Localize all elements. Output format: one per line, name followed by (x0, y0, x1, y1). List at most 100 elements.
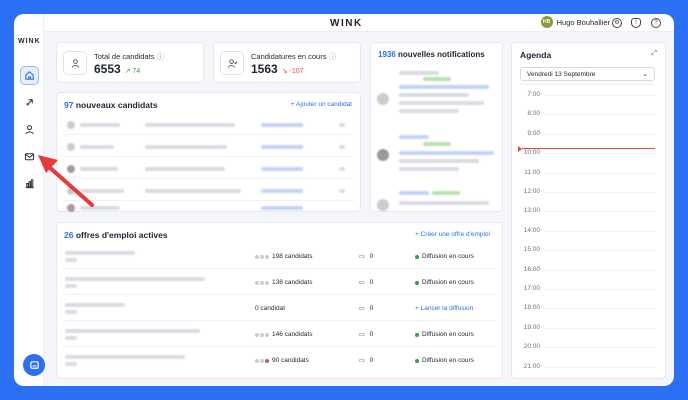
agenda-hour-label: 13:00 (523, 207, 540, 215)
table-row[interactable]: 138 candidats ▭ 0 Diffusion en cours (63, 270, 496, 295)
message-icon: ▭ (359, 254, 365, 260)
agenda-hour-line (544, 327, 655, 329)
chat-icon (29, 360, 39, 369)
sidebar: WINK (14, 14, 44, 386)
new-candidates-card: 97 nouveaux candidats + Ajouter un candi… (56, 92, 361, 212)
status-dot (415, 358, 419, 363)
job-candidates: 146 candidats (272, 331, 313, 338)
stat-value: 1563 ↘ -107 (251, 62, 304, 76)
sidebar-logo: WINK (18, 38, 41, 45)
message-icon: ▭ (359, 306, 365, 312)
sidebar-item-analytics[interactable] (20, 174, 39, 193)
agenda-hour-label: 20:00 (523, 343, 540, 351)
sidebar-item-home[interactable] (20, 66, 39, 85)
now-line (522, 148, 655, 149)
home-icon (25, 71, 34, 80)
notifications-card: 1936 nouvelles notifications (370, 42, 503, 212)
stat-title: Candidatures en cours ⓘ (251, 52, 337, 61)
section-title: 1936 nouvelles notifications (378, 50, 485, 59)
job-status: Diffusion en cours (422, 253, 474, 260)
notification-item[interactable] (377, 189, 497, 211)
mail-icon (24, 153, 35, 161)
job-status: Diffusion en cours (422, 331, 474, 338)
agenda-hour-label: 10:00 (523, 149, 540, 157)
help-icon[interactable]: ? (651, 18, 661, 28)
table-row[interactable]: 0 candidat ▭ 0 + Lancer la diffusion (63, 296, 496, 321)
list-item[interactable] (63, 180, 354, 201)
table-row[interactable]: 146 candidats ▭ 0 Diffusion en cours (63, 322, 496, 347)
list-item[interactable] (63, 114, 354, 135)
user-name: Hugo Bouhallier (556, 17, 610, 27)
top-bar: WINK HB Hugo Bouhallier ⚙ ! ? (14, 14, 674, 32)
agenda-hour-line (544, 114, 655, 116)
add-candidate-button[interactable]: + Ajouter un candidat (291, 101, 352, 108)
stat-card-total: Total de candidats ⓘ 6553 ↗ 74 (56, 42, 204, 83)
agenda-hour-line (544, 153, 655, 155)
notification-item[interactable] (377, 133, 497, 183)
agenda-hour-line (544, 308, 655, 310)
message-icon: ▭ (359, 332, 365, 338)
stat-value: 6553 ↗ 74 (94, 62, 141, 76)
agenda-hour-line (544, 250, 655, 252)
sidebar-item-candidates[interactable] (20, 120, 39, 139)
job-messages: 0 (369, 357, 374, 364)
agenda-hour-line (544, 366, 655, 368)
table-row[interactable]: 90 candidats ▭ 0 Diffusion en cours (63, 348, 496, 373)
trend-down-icon: ↘ -107 (281, 68, 304, 75)
list-item[interactable] (63, 158, 354, 179)
agenda-hour-line (544, 269, 655, 271)
bell-icon[interactable]: ! (631, 18, 641, 28)
table-row[interactable]: 198 candidats ▭ 0 Diffusion en cours (63, 244, 496, 269)
message-icon: ▭ (359, 358, 365, 364)
now-marker (518, 146, 522, 152)
agenda-hour-label: 11:00 (524, 168, 540, 176)
stat-card-applications: Candidatures en cours ⓘ 1563 ↘ -107 (213, 42, 361, 83)
agenda-hour-label: 16:00 (523, 265, 540, 273)
create-job-button[interactable]: + Créer une offre d'emploi (415, 231, 490, 238)
agenda-hour-label: 17:00 (523, 285, 540, 292)
status-dot (415, 332, 419, 337)
agenda-hour-label: 14:00 (523, 226, 540, 234)
agenda-hour-line (544, 133, 655, 135)
agenda-hour-line (544, 211, 655, 213)
sidebar-item-jobs[interactable] (20, 93, 39, 112)
job-candidates: 90 candidats (272, 357, 309, 364)
section-title: 26 offres d'emploi actives (64, 230, 168, 240)
job-candidates: 138 candidats (272, 279, 313, 286)
job-candidates: 198 candidats (272, 253, 313, 260)
agenda-hour-line (544, 289, 655, 290)
brand-logo: WINK (330, 18, 363, 29)
jobs-card: 26 offres d'emploi actives + Créer une o… (56, 222, 503, 379)
agenda-hour-label: 9:00 (527, 129, 540, 137)
list-item[interactable] (63, 136, 354, 157)
sidebar-item-messages[interactable] (20, 147, 39, 166)
user-menu[interactable]: HB Hugo Bouhallier (540, 16, 610, 28)
user-check-icon (220, 51, 244, 75)
agenda-hour-label: 7:00 (527, 91, 540, 98)
status-dot (415, 280, 419, 285)
rocket-icon (26, 99, 33, 106)
gear-icon[interactable]: ⚙ (612, 18, 622, 28)
section-title: 97 nouveaux candidats (64, 100, 158, 110)
agenda-hour-label: 12:00 (523, 188, 540, 195)
job-status: Diffusion en cours (422, 279, 474, 286)
date-select[interactable]: Vendredi 13 Septembre ⌄ (520, 67, 655, 81)
agenda-title: Agenda (520, 50, 552, 60)
job-messages: 0 (369, 331, 374, 338)
stat-title: Total de candidats ⓘ (94, 52, 165, 61)
agenda-hour-line (544, 95, 655, 96)
user-icon (25, 125, 34, 135)
list-item[interactable] (63, 202, 354, 212)
chat-button[interactable] (23, 354, 45, 376)
expand-icon[interactable]: ⤢ (651, 50, 657, 58)
agenda-card: Agenda ⤢ Vendredi 13 Septembre ⌄ 7:00 8:0… (511, 42, 666, 379)
trend-up-icon: ↗ 74 (124, 68, 141, 75)
status-dot (415, 254, 419, 259)
chart-icon (25, 179, 34, 189)
job-messages: 0 (369, 253, 374, 260)
notification-item[interactable] (377, 69, 497, 125)
launch-diffusion-button[interactable]: + Lancer la diffusion (415, 305, 473, 312)
job-messages: 0 (369, 305, 374, 312)
app-window: WINK HB Hugo Bouhallier ⚙ ! ? WINK Total… (14, 14, 674, 386)
agenda-hour-line (544, 172, 655, 174)
